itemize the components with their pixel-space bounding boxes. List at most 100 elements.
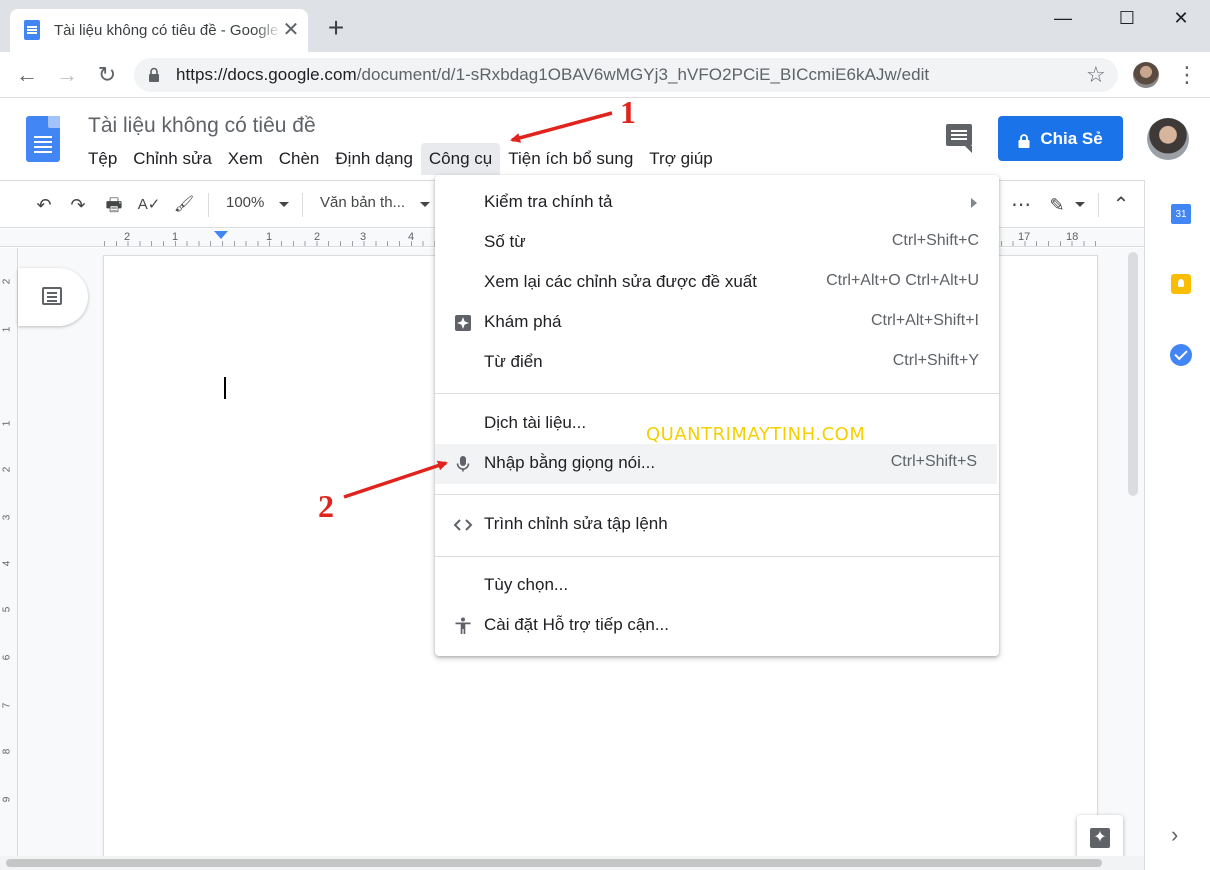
toolbar-divider: [208, 193, 209, 217]
microphone-icon: [456, 456, 470, 472]
chevron-right-icon[interactable]: ›: [1171, 822, 1178, 848]
paragraph-style-select[interactable]: Văn bản th...: [320, 194, 405, 211]
ruler-label: 17: [1018, 231, 1031, 243]
vertical-ruler[interactable]: 2 1 1 2 3 4 5 6 7 8 9: [0, 248, 18, 856]
accessibility-icon: [455, 617, 471, 634]
ruler-label: 1: [266, 231, 273, 243]
new-tab-button[interactable]: +: [322, 14, 350, 42]
document-title[interactable]: Tài liệu không có tiêu đề: [88, 114, 316, 138]
zoom-select[interactable]: 100%: [226, 194, 264, 211]
menu-item-preferences[interactable]: Tùy chọn...: [435, 566, 999, 606]
comment-history-icon[interactable]: [946, 124, 972, 153]
editing-mode-icon[interactable]: ✎: [1044, 193, 1070, 217]
menu-item-label: Trình chỉnh sửa tập lệnh: [484, 514, 668, 533]
arrow-step-1: [510, 111, 613, 143]
back-icon[interactable]: ←: [14, 62, 40, 88]
docs-favicon-icon: [24, 20, 40, 40]
account-avatar[interactable]: [1147, 118, 1189, 160]
lock-icon: [1018, 133, 1030, 148]
docs-logo-icon[interactable]: [26, 116, 60, 162]
menu-item-voice-typing[interactable]: Nhập bằng giọng nói... Ctrl+Shift+S: [435, 444, 997, 484]
menu-item-label: Xem lại các chỉnh sửa được đề xuất: [484, 272, 757, 291]
ruler-label: 6: [1, 654, 13, 661]
browser-tab-strip: Tài liệu không có tiêu đề - Google Tài l…: [0, 0, 1210, 52]
browser-menu-icon[interactable]: ⋮: [1176, 62, 1198, 88]
menu-tools[interactable]: Công cụ: [420, 143, 501, 175]
more-options-icon[interactable]: ⋯: [1008, 193, 1034, 217]
window-close-button[interactable]: ✕: [1158, 4, 1204, 32]
chevron-down-icon[interactable]: [420, 202, 430, 207]
menu-item-word-count[interactable]: Số từ Ctrl+Shift+C: [435, 223, 999, 263]
menu-item-shortcut: Ctrl+Shift+Y: [892, 352, 979, 369]
redo-icon[interactable]: ↷: [66, 193, 90, 217]
chevron-down-icon[interactable]: [279, 202, 289, 207]
close-icon[interactable]: ✕: [280, 19, 302, 41]
collapse-toolbar-icon[interactable]: ⌃: [1108, 193, 1134, 217]
url-host: https://docs.google.com: [176, 65, 357, 84]
menu-addons[interactable]: Tiện ích bổ sung: [500, 143, 641, 175]
browser-profile-avatar[interactable]: [1133, 62, 1159, 88]
menu-view[interactable]: Xem: [220, 143, 271, 175]
ruler-label: 1: [1, 420, 13, 427]
browser-tab[interactable]: Tài liệu không có tiêu đề - Google Tài l…: [10, 9, 308, 52]
menu-item-label: Nhập bằng giọng nói...: [484, 453, 656, 472]
explore-icon: ✦: [1090, 828, 1110, 848]
explore-button[interactable]: ✦: [1077, 815, 1123, 861]
menu-item-shortcut: Ctrl+Alt+O Ctrl+Alt+U: [826, 272, 979, 289]
calendar-icon[interactable]: 31: [1171, 204, 1191, 224]
toolbar-divider: [302, 193, 303, 217]
browser-toolbar: ← → ↻ https://docs.google.com/document/d…: [0, 52, 1210, 98]
menu-format[interactable]: Định dạng: [327, 143, 421, 175]
ruler-label: 3: [1, 514, 13, 521]
menu-item-review-suggested-edits[interactable]: Xem lại các chỉnh sửa được đề xuất Ctrl+…: [435, 263, 999, 303]
bookmark-star-icon[interactable]: ☆: [1086, 62, 1106, 88]
horizontal-scrollbar[interactable]: [0, 856, 1144, 870]
scrollbar-thumb[interactable]: [6, 859, 1102, 867]
ruler-label: 7: [1, 702, 13, 709]
menu-insert[interactable]: Chèn: [271, 143, 328, 175]
menu-item-dictionary[interactable]: Từ điển Ctrl+Shift+Y: [435, 343, 999, 383]
tasks-icon[interactable]: [1170, 344, 1192, 366]
spellcheck-icon[interactable]: A✓: [136, 193, 162, 217]
share-button[interactable]: Chia Sẻ: [998, 116, 1123, 161]
menu-item-label: Cài đặt Hỗ trợ tiếp cận...: [484, 615, 670, 634]
menu-edit[interactable]: Chỉnh sửa: [125, 143, 219, 175]
menu-help[interactable]: Trợ giúp: [641, 143, 720, 175]
ruler-label: 5: [1, 606, 13, 613]
menu-item-script-editor[interactable]: Trình chỉnh sửa tập lệnh: [435, 505, 999, 545]
url-path: /document/d/1-sRxbdag1OBAV6wMGYj3_hVFO2P…: [356, 65, 930, 84]
vertical-scrollbar[interactable]: [1128, 252, 1138, 496]
code-icon: [453, 519, 473, 531]
menu-file[interactable]: Tệp: [80, 143, 125, 175]
address-bar[interactable]: https://docs.google.com/document/d/1-sRx…: [134, 58, 1118, 92]
reload-icon[interactable]: ↻: [94, 62, 120, 88]
forward-icon[interactable]: →: [54, 62, 80, 88]
menu-item-accessibility-settings[interactable]: Cài đặt Hỗ trợ tiếp cận...: [435, 606, 999, 646]
document-outline-button[interactable]: [18, 268, 88, 326]
menu-item-label: Dịch tài liệu...: [484, 413, 587, 432]
menu-item-shortcut: Ctrl+Shift+S: [890, 453, 977, 470]
menu-item-spellcheck[interactable]: Kiểm tra chính tả: [435, 183, 999, 223]
side-panel: 31 ›: [1144, 180, 1210, 870]
minimize-button[interactable]: —: [1040, 4, 1086, 32]
ruler-label: 2: [1, 466, 13, 473]
lock-icon: [149, 67, 159, 82]
undo-icon[interactable]: ↶: [32, 193, 56, 217]
ruler-label: 4: [408, 231, 415, 243]
menu-item-label: Số từ: [484, 232, 526, 251]
paint-format-icon[interactable]: 🖌: [172, 193, 196, 217]
menu-divider: [435, 494, 999, 495]
ruler-label: 4: [1, 560, 13, 567]
menu-divider: [435, 556, 999, 557]
indent-marker[interactable]: [214, 231, 228, 239]
maximize-button[interactable]: ☐: [1104, 4, 1150, 32]
keep-icon[interactable]: [1171, 274, 1191, 294]
ruler-label: 9: [1, 796, 13, 803]
print-icon[interactable]: 🖶: [102, 193, 126, 217]
menu-item-explore[interactable]: Khám phá Ctrl+Alt+Shift+I: [435, 303, 999, 343]
toolbar-divider: [1098, 193, 1099, 217]
chevron-down-icon[interactable]: [1075, 202, 1085, 207]
url-text[interactable]: https://docs.google.com/document/d/1-sRx…: [176, 65, 929, 85]
menu-item-label: Khám phá: [484, 312, 562, 331]
tools-menu: Kiểm tra chính tả Số từ Ctrl+Shift+C Xem…: [435, 175, 999, 656]
